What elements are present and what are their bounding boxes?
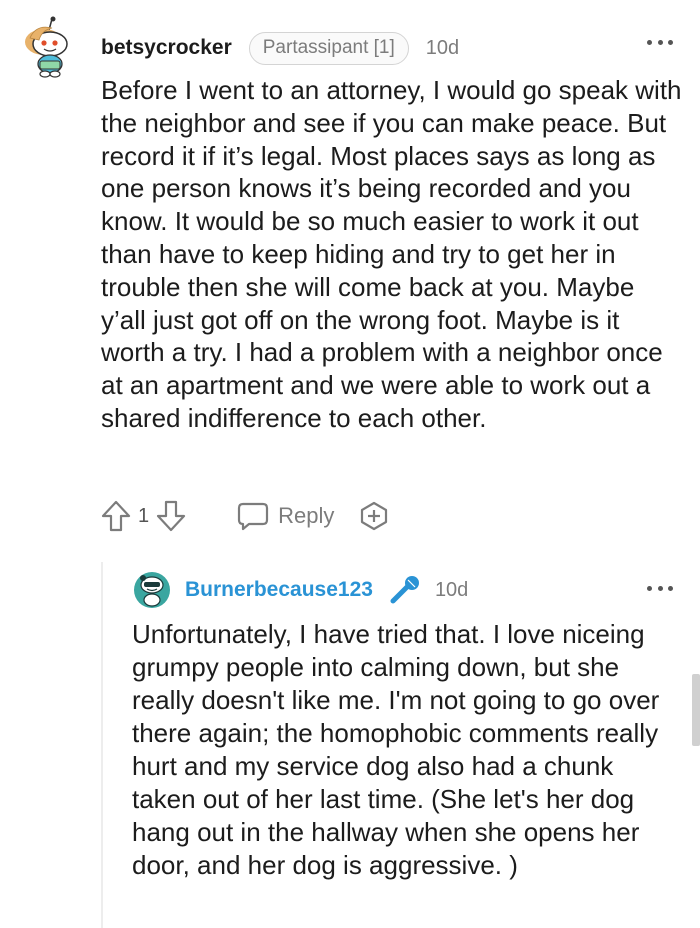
reply-label: Reply — [278, 503, 335, 528]
comment-thread: betsycrocker Partassipant [1] 10d Before… — [0, 0, 700, 928]
comment-meta: betsycrocker Partassipant [1] 10d — [101, 30, 459, 66]
microphone-icon — [387, 575, 421, 605]
award-button[interactable] — [358, 500, 390, 532]
downvote-arrow-icon — [157, 500, 186, 532]
snoo-avatar-icon — [25, 16, 68, 78]
comment-body: Before I went to an attorney, I would go… — [101, 74, 686, 435]
comment-text: Unfortunately, I have tried that. I love… — [132, 619, 660, 880]
more-dots-icon — [647, 39, 652, 45]
comment-meta: Burnerbecause123 10d — [185, 573, 468, 607]
reply-body: Unfortunately, I have tried that. I love… — [132, 618, 682, 882]
user-flair: Partassipant [1] — [248, 31, 409, 65]
award-plus-icon — [361, 501, 388, 531]
more-options-button[interactable] — [647, 34, 673, 50]
username[interactable]: betsycrocker — [101, 36, 232, 60]
more-dots-icon — [647, 585, 652, 591]
upvote-arrow-icon — [101, 500, 131, 532]
user-avatar[interactable] — [133, 570, 171, 610]
vote-count: 1 — [138, 504, 150, 527]
snoo-avatar-icon — [134, 572, 170, 608]
more-options-button[interactable] — [647, 580, 673, 596]
user-avatar[interactable] — [22, 16, 76, 78]
username[interactable]: Burnerbecause123 — [185, 578, 373, 602]
thread-line[interactable] — [101, 562, 103, 928]
comment-age: 10d — [425, 36, 460, 59]
speech-bubble-icon — [238, 502, 269, 531]
comment-actions: 1 Reply — [100, 497, 390, 535]
scrollbar[interactable] — [692, 674, 700, 746]
upvote-button[interactable] — [100, 499, 132, 533]
comment-text: Before I went to an attorney, I would go… — [101, 75, 682, 433]
reply-button[interactable]: Reply — [237, 501, 334, 531]
downvote-button[interactable] — [155, 499, 187, 533]
comment-age: 10d — [434, 578, 469, 601]
